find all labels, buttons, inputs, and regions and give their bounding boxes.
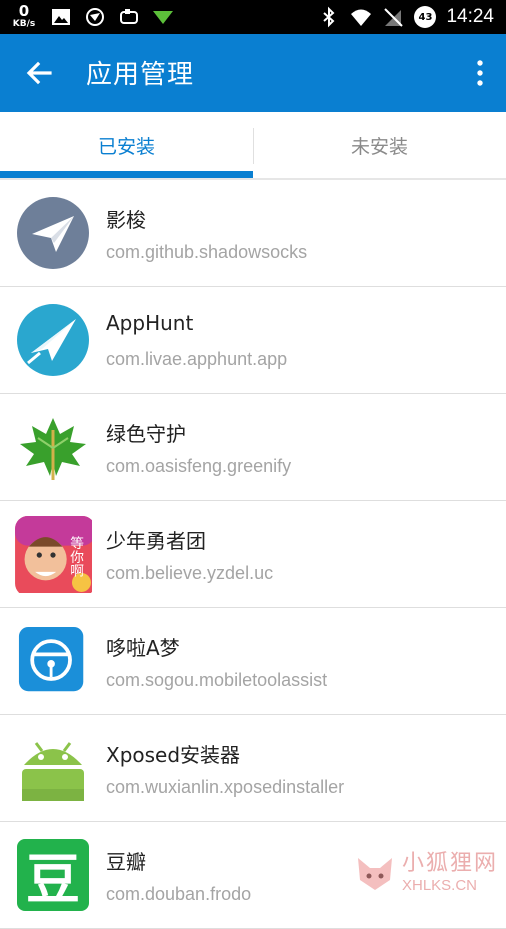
list-item[interactable]: 影梭 com.github.shadowsocks (0, 180, 506, 287)
watermark-en: XHLKS.CN (401, 876, 478, 894)
cloud-icon (120, 8, 138, 24)
clock: 14:24 (446, 6, 494, 27)
paper-plane-blue-icon (17, 304, 89, 376)
speed-unit: KB/s (12, 19, 36, 29)
bell-icon (18, 626, 84, 692)
app-package: com.believe.yzdel.uc (106, 563, 274, 583)
icon-text: 等你啊 (67, 535, 84, 577)
network-speed: 0 KB/s (10, 4, 38, 29)
app-package: com.wuxianlin.xposedinstaller (106, 777, 345, 797)
list-item[interactable]: 绿色守护 com.oasisfeng.greenify (0, 394, 506, 501)
no-sim-icon (384, 8, 404, 27)
back-arrow-icon[interactable] (20, 53, 60, 93)
douban-icon: 豆 (17, 839, 89, 911)
status-left: 0 KB/s (10, 4, 174, 29)
more-options-icon[interactable] (470, 58, 490, 88)
status-bar: 0 KB/s 43 14:24 (0, 0, 506, 34)
app-name: 影梭 (106, 208, 146, 232)
browser-icon (86, 7, 104, 26)
list-item[interactable]: 等你啊 少年勇者团 com.believe.yzdel.uc (0, 501, 506, 608)
list-item[interactable]: AppHunt com.livae.apphunt.app (0, 287, 506, 394)
status-right: 43 14:24 (318, 0, 494, 34)
app-package: com.sogou.mobiletoolassist (106, 670, 328, 690)
list-item[interactable]: 哆啦A梦 com.sogou.mobiletoolassist (0, 608, 506, 715)
app-name: Xposed安装器 (106, 743, 241, 767)
page-title: 应用管理 (86, 60, 195, 90)
watermark-text: 小狐狸网 XHLKS.CN (402, 851, 498, 894)
bluetooth-icon (323, 6, 335, 28)
image-icon (52, 8, 70, 25)
android-icon (22, 742, 84, 801)
icon-text: 豆 (26, 848, 80, 911)
paper-plane-gray-icon (17, 197, 89, 269)
tab-not-installed[interactable]: 未安装 (253, 112, 506, 178)
wifi-icon (351, 9, 372, 26)
watermark-cn: 小狐狸网 (401, 851, 498, 877)
speed-value: 0 (18, 2, 30, 20)
app-bar: 应用管理 (0, 34, 506, 112)
app-name: 哆啦A梦 (106, 636, 180, 660)
app-list: 影梭 com.github.shadowsocks AppHunt com.li… (0, 180, 506, 929)
fox-logo-icon (357, 857, 392, 890)
green-leaf-icon (20, 418, 86, 480)
battery-icon: 43 (414, 6, 437, 28)
game-character-icon: 等你啊 (15, 516, 92, 593)
tab-installed[interactable]: 已安装 (0, 112, 253, 178)
watermark: 小狐狸网 XHLKS.CN (354, 851, 498, 894)
app-name: 少年勇者团 (106, 529, 206, 553)
tab-indicator (0, 171, 253, 178)
app-package: com.livae.apphunt.app (106, 349, 288, 369)
app-name: 豆瓣 (106, 850, 146, 874)
tab-bar: 已安装 未安装 (0, 112, 506, 180)
app-package: com.github.shadowsocks (106, 242, 308, 262)
app-package: com.douban.frodo (106, 884, 252, 904)
app-package: com.oasisfeng.greenify (106, 456, 292, 476)
list-item[interactable]: Xposed安装器 com.wuxianlin.xposedinstaller (0, 715, 506, 822)
app-name: AppHunt (106, 311, 194, 335)
wifi-share-icon (153, 10, 173, 24)
app-name: 绿色守护 (106, 422, 186, 446)
